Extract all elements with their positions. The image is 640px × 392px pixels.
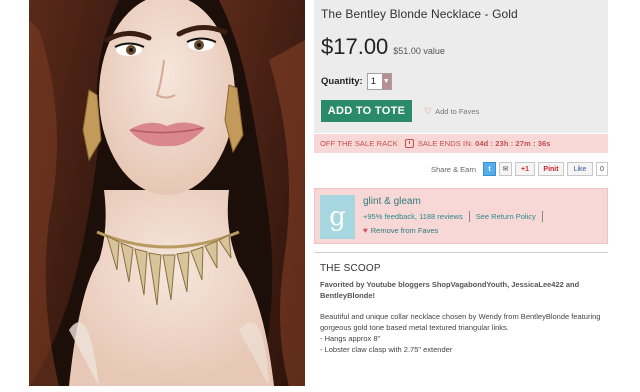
remove-from-faves-link[interactable]: ♥ Remove from Faves bbox=[363, 226, 549, 235]
product-photo bbox=[29, 0, 305, 386]
product-title: The Bentley Blonde Necklace - Gold bbox=[321, 7, 518, 21]
scoop-section: THE SCOOP Favorited by Youtube bloggers … bbox=[314, 253, 608, 355]
add-to-faves-label: Add to Faves bbox=[435, 106, 480, 116]
action-row: ADD TO TOTE ♡ Add to Faves bbox=[321, 100, 602, 122]
google-plus-button[interactable]: +1 bbox=[515, 162, 535, 176]
share-label: Share & Earn bbox=[430, 164, 476, 174]
heart-icon: ♡ bbox=[424, 105, 433, 116]
divider bbox=[468, 211, 470, 222]
remove-from-faves-label: Remove from Faves bbox=[370, 226, 439, 235]
clock-icon bbox=[404, 139, 414, 148]
pinterest-button[interactable]: Pinit bbox=[538, 162, 564, 176]
quantity-value: 1 bbox=[370, 76, 376, 87]
quantity-label: Quantity: bbox=[321, 76, 363, 87]
scoop-heading: THE SCOOP bbox=[320, 263, 381, 274]
seller-logo[interactable]: g bbox=[320, 195, 355, 239]
seller-info: glint & gleam +95% feedback, 1188 review… bbox=[363, 195, 549, 235]
seller-meta: +95% feedback, 1188 reviews See Return P… bbox=[363, 211, 549, 222]
share-row: Share & Earn t ✉ +1 Pinit Like 0 bbox=[314, 156, 608, 182]
retail-value: $51.00 value bbox=[393, 46, 445, 56]
quantity-row: Quantity: 1 ▼ bbox=[321, 73, 602, 90]
email-share-button[interactable]: ✉ bbox=[499, 162, 512, 176]
sale-rack-label: OFF THE SALE RACK bbox=[320, 139, 398, 148]
heart-icon: ♥ bbox=[363, 226, 368, 235]
scoop-bullet: - Lobster claw clasp with 2.75" extender bbox=[320, 345, 453, 354]
seller-box: g glint & gleam +95% feedback, 1188 revi… bbox=[314, 188, 608, 244]
add-to-faves-link[interactable]: ♡ Add to Faves bbox=[424, 106, 479, 117]
sale-ends-label: SALE ENDS IN: bbox=[417, 139, 473, 148]
add-to-tote-button[interactable]: ADD TO TOTE bbox=[321, 100, 412, 122]
scoop-description: Beautiful and unique collar necklace cho… bbox=[320, 312, 601, 332]
twitter-share-button[interactable]: t bbox=[483, 162, 496, 176]
quantity-select[interactable]: 1 ▼ bbox=[366, 73, 392, 90]
scoop-bullet: - Hangs approx 8" bbox=[320, 334, 381, 343]
return-policy-link[interactable]: See Return Policy bbox=[476, 212, 536, 221]
like-count: 0 bbox=[596, 162, 608, 176]
seller-feedback: +95% feedback, 1188 reviews bbox=[363, 212, 463, 221]
product-info-box: The Bentley Blonde Necklace - Gold $17.0… bbox=[314, 0, 608, 133]
divider bbox=[541, 211, 543, 222]
sale-countdown: 04d : 23h : 27m : 36s bbox=[475, 139, 551, 148]
product-price: $17.00 bbox=[321, 34, 389, 59]
seller-name-link[interactable]: glint & gleam bbox=[363, 196, 549, 207]
facebook-like-button[interactable]: Like bbox=[567, 162, 593, 176]
sale-bar: OFF THE SALE RACK SALE ENDS IN: 04d : 23… bbox=[314, 134, 608, 153]
product-details-column: The Bentley Blonde Necklace - Gold $17.0… bbox=[314, 0, 608, 355]
price-row: $17.00 $51.00 value bbox=[321, 34, 602, 60]
scoop-highlight: Favorited by Youtube bloggers ShopVagabo… bbox=[320, 280, 580, 300]
chevron-down-icon: ▼ bbox=[381, 74, 391, 89]
